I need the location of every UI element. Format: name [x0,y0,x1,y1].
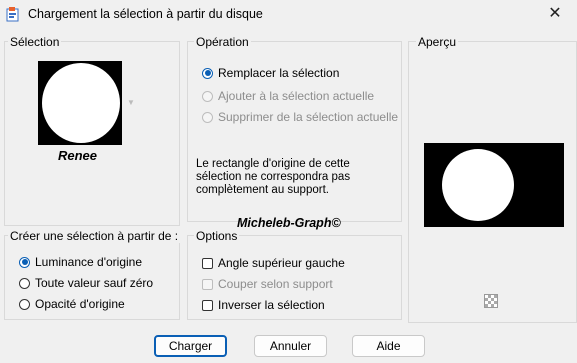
add-to-selection-radio[interactable]: Ajouter à la sélection actuelle [202,89,374,103]
replace-selection-radio[interactable]: Remplacer la sélection [202,66,339,80]
window-title: Chargement la sélection à partir du disq… [28,7,263,21]
radio-label: Remplacer la sélection [218,66,340,80]
transparency-icon[interactable] [484,294,498,308]
radio-button[interactable] [19,298,30,310]
create-from-legend: Créer une sélection à partir de : [8,229,181,243]
opacity-radio[interactable]: Opacité d'origine [19,297,125,311]
checkbox-label: Inverser la sélection [218,298,325,312]
operation-note: Le rectangle d'origine de cette sélectio… [196,158,351,196]
selection-legend: Sélection [8,35,62,49]
radio-label: Supprimer de la sélection actuelle [218,110,399,124]
checkbox-label: Angle supérieur gauche [218,256,345,270]
cancel-button[interactable]: Annuler [254,335,327,357]
subtract-from-selection-radio[interactable]: Supprimer de la sélection actuelle [202,110,398,124]
radio-button[interactable] [19,256,30,268]
radio-button[interactable] [19,277,30,289]
options-legend: Options [194,229,240,243]
app-icon [6,7,19,22]
checkbox[interactable] [202,278,213,290]
operation-legend: Opération [194,35,251,49]
help-button[interactable]: Aide [352,335,425,357]
top-left-corner-checkbox[interactable]: Angle supérieur gauche [202,256,345,270]
chevron-down-icon[interactable]: ▼ [127,98,135,107]
radio-label: Opacité d'origine [35,297,125,311]
selection-thumbnail[interactable] [38,61,122,145]
close-icon[interactable]: ✕ [543,3,567,25]
load-button[interactable]: Charger [154,335,227,357]
radio-button[interactable] [202,90,213,102]
checkbox[interactable] [202,257,213,269]
title-bar: Chargement la sélection à partir du disq… [0,0,577,30]
radio-label: Toute valeur sauf zéro [35,276,154,290]
selection-name: Renee [58,148,98,163]
radio-button[interactable] [202,111,213,123]
radio-label: Ajouter à la sélection actuelle [218,89,375,103]
checkbox-label: Couper selon support [218,277,333,291]
radio-label: Luminance d'origine [35,255,143,269]
checkbox[interactable] [202,299,213,311]
preview-legend: Aperçu [416,35,459,49]
luminance-radio[interactable]: Luminance d'origine [19,255,142,269]
radio-button[interactable] [202,67,213,79]
invert-selection-checkbox[interactable]: Inverser la sélection [202,298,325,312]
watermark-text: Micheleb-Graph© [237,216,341,230]
crop-to-canvas-checkbox[interactable]: Couper selon support [202,277,333,291]
non-zero-radio[interactable]: Toute valeur sauf zéro [19,276,153,290]
preview-image [424,143,564,227]
